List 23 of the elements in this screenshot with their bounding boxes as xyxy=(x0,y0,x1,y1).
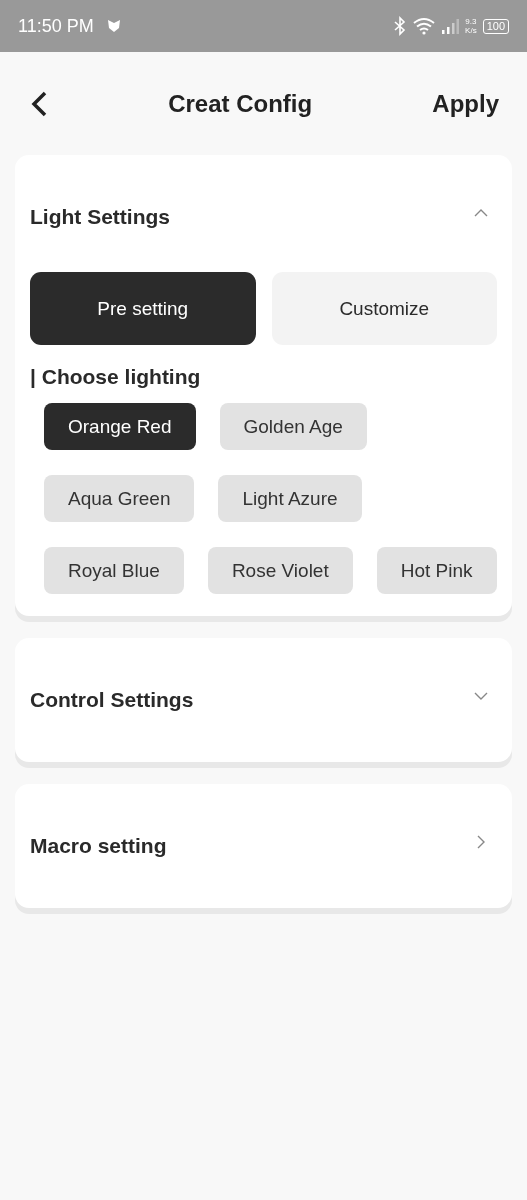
section-title: Light Settings xyxy=(30,205,171,229)
subheading: | Choose lighting xyxy=(30,365,202,389)
battery-level: 100 xyxy=(482,18,509,34)
page-title: Creat Config xyxy=(167,89,314,118)
mode-tab[interactable]: Customize xyxy=(271,272,497,345)
lighting-option[interactable]: Hot Pink xyxy=(376,547,497,594)
status-time: 11:50 PM xyxy=(18,15,94,37)
lighting-option[interactable]: Aqua Green xyxy=(44,475,195,522)
lighting-option[interactable]: Golden Age xyxy=(219,403,367,450)
mode-tab[interactable]: Pre setting xyxy=(30,272,256,345)
section-title: Control Settings xyxy=(30,688,195,712)
back-icon[interactable] xyxy=(30,90,48,117)
wifi-icon xyxy=(413,17,436,35)
lighting-option[interactable]: Rose Violet xyxy=(207,547,353,594)
lighting-option[interactable]: Orange Red xyxy=(44,403,196,450)
lighting-option[interactable]: Light Azure xyxy=(218,475,362,522)
apply-button[interactable]: Apply xyxy=(432,89,499,118)
section-title: Macro setting xyxy=(30,834,168,858)
bluetooth-icon xyxy=(393,16,408,36)
network-speed: 9.3 K/s xyxy=(465,17,477,35)
signal-icon xyxy=(441,17,460,35)
lighting-option[interactable]: Royal Blue xyxy=(44,547,184,594)
shield-icon xyxy=(105,18,122,34)
